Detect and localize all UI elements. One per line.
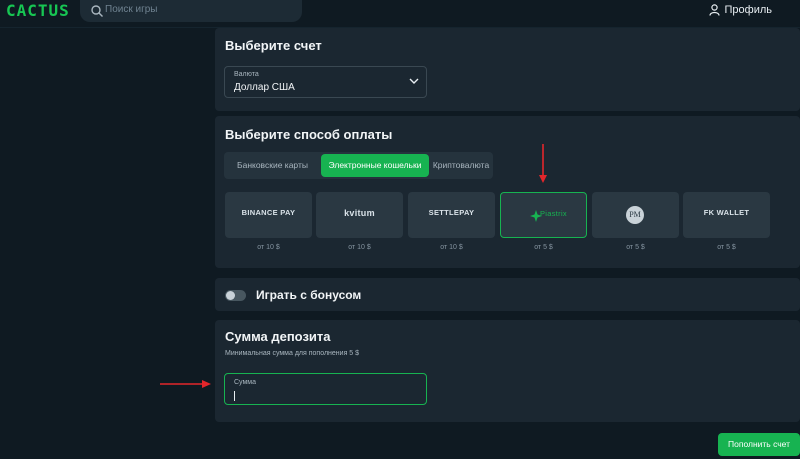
deposit-subtitle: Минимальная сумма для пополнения 5 $ [225,350,360,357]
method-settlepay[interactable]: SETTLEPAY [408,192,495,238]
method-binance-pay[interactable]: BINANCE PAY [225,192,312,238]
deposit-submit-button[interactable]: Пополнить счет [718,433,800,456]
bonus-toggle[interactable] [225,290,246,301]
binance-pay-logo: BINANCE PAY [241,208,296,217]
amount-input[interactable]: Сумма [224,373,427,405]
bonus-label: Играть с бонусом [256,288,362,302]
bonus-panel: Играть с бонусом [215,278,800,311]
method-min-amount: от 10 $ [440,244,463,251]
method-piastrix[interactable]: Piastrix [500,192,587,238]
payment-title: Выберите способ оплаты [225,127,393,142]
amount-label: Сумма [234,379,256,386]
top-bar: CACTUS Поиск игры Профиль [0,0,800,28]
search-placeholder: Поиск игры [105,4,158,15]
method-min-amount: от 10 $ [348,244,371,251]
currency-value: Доллар США [234,82,295,93]
logo[interactable]: CACTUS [6,1,70,20]
piastrix-logo: Piastrix [540,209,567,218]
text-caret [234,391,235,401]
pm-badge: PM [626,206,644,224]
tab-crypto[interactable]: Криптовалюта [431,154,491,177]
method-min-amount: от 10 $ [257,244,280,251]
kvitum-logo: kvitum [344,208,375,218]
pm-logo: PM [629,210,641,219]
fk-wallet-logo: FK WALLET [703,208,750,217]
currency-select[interactable]: Валюта Доллар США [224,66,427,98]
payment-panel: Выберите способ оплаты Банковские карты … [215,116,800,268]
profile-button[interactable]: Профиль [708,4,773,16]
search-icon [91,5,103,17]
chevron-down-icon [409,78,419,84]
settlepay-logo: SETTLEPAY [428,208,475,217]
method-perfect-money[interactable]: PM [592,192,679,238]
deposit-panel: Сумма депозита Минимальная сумма для поп… [215,320,800,422]
method-min-amount: от 5 $ [717,244,736,251]
profile-label: Профиль [724,4,773,16]
method-min-amount: от 5 $ [626,244,645,251]
method-kvitum[interactable]: kvitum [316,192,403,238]
method-min-amount: от 5 $ [534,244,553,251]
user-icon [708,4,720,16]
account-panel: Выберите счет Валюта Доллар США [215,28,800,111]
method-fk-wallet[interactable]: FK WALLET [683,192,770,238]
annotation-arrow-down [539,144,547,183]
annotation-arrow-right [160,380,211,388]
tab-bank-cards[interactable]: Банковские карты [226,154,319,177]
tab-e-wallets[interactable]: Электронные кошельки [321,154,429,177]
payment-tabs: Банковские карты Электронные кошельки Кр… [224,152,493,179]
search-input[interactable]: Поиск игры [80,0,302,22]
toggle-knob [226,291,235,300]
deposit-title: Сумма депозита [225,329,331,344]
account-title: Выберите счет [225,38,322,53]
currency-label: Валюта [234,71,259,78]
